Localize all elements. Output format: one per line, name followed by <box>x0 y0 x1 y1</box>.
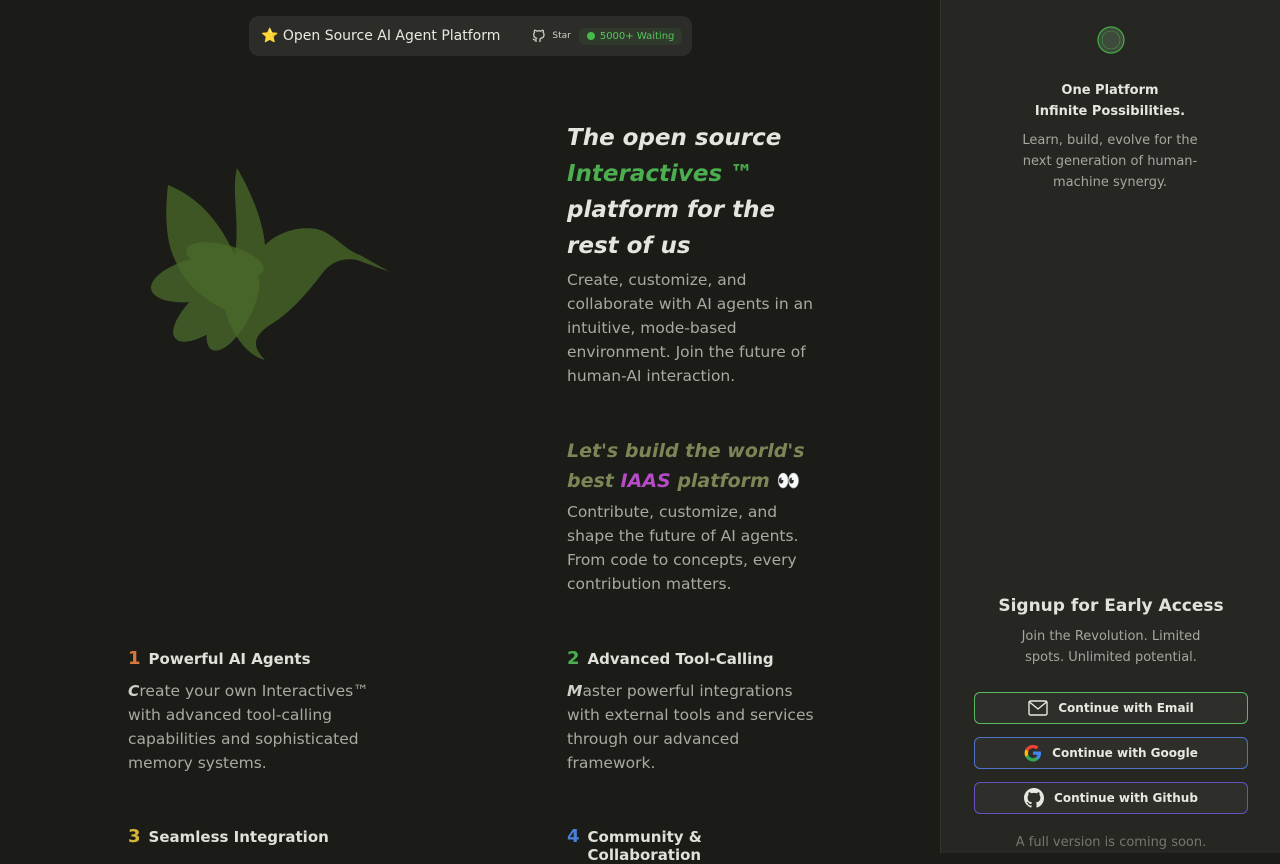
feature-number: 4 <box>567 826 580 847</box>
hero-description: Create, customize, and collaborate with … <box>567 271 813 385</box>
feature-number: 2 <box>567 648 580 669</box>
signup-sidebar <box>940 0 1280 853</box>
hero-line-1: The open source <box>567 125 782 151</box>
build-part-2: best <box>567 470 614 492</box>
github-icon <box>1024 788 1045 808</box>
sidebar-tagline: Learn, build, evolve for the next genera… <box>1022 133 1198 190</box>
hummingbird-logo <box>151 168 390 360</box>
feature-1: 1 Powerful AI Agents Create your own Inte… <box>128 648 378 775</box>
github-button-label: Continue with Github <box>1054 791 1198 805</box>
hero-highlight: Interactives ™ <box>567 161 754 187</box>
continue-with-google-button[interactable]: Continue with Google <box>974 737 1248 769</box>
feature-body: Create your own Interactives™ with advan… <box>128 679 378 775</box>
coming-soon-note: A full version is coming soon. <box>1015 835 1207 850</box>
feature-body: Master powerful integrations with extern… <box>567 679 817 775</box>
signup-title: Signup for Early Access <box>998 596 1224 616</box>
status-dot-icon <box>586 32 595 40</box>
hero-heading: The open source Interactives ™ platform … <box>567 120 847 264</box>
mail-icon <box>1028 700 1048 716</box>
sidebar-heading: One Platform Infinite Possibilities. <box>1000 80 1220 122</box>
google-icon <box>1024 744 1042 762</box>
build-heading: Let's build the world's best IAAS platfo… <box>567 436 827 496</box>
github-icon <box>532 29 546 42</box>
feature-2: 2 Advanced Tool-Calling Master powerful i… <box>567 648 817 775</box>
signup-subtitle: Join the Revolution. Limited spots. Unli… <box>1021 629 1201 665</box>
app-logo-icon <box>1097 26 1125 54</box>
hero-line-3: platform for the <box>567 197 776 223</box>
feature-dropcap: C <box>128 682 140 700</box>
feature-title: Advanced Tool-Calling <box>587 650 774 668</box>
sidebar-heading-line-2: Infinite Possibilities. <box>1034 104 1186 119</box>
star-label: Star <box>552 31 571 41</box>
feature-title: Powerful AI Agents <box>148 650 311 668</box>
eyes-emoji-icon: 👀 <box>776 470 801 492</box>
feature-3: 3 Seamless Integration <box>128 826 378 847</box>
platform-title-text: Open Source AI Agent Platform <box>282 28 501 44</box>
waiting-badge: 5000+ Waiting <box>578 27 683 45</box>
github-star-button[interactable]: Star <box>530 28 571 44</box>
feature-dropcap: M <box>567 682 583 700</box>
google-button-label: Continue with Google <box>1052 746 1198 760</box>
feature-text: aster powerful integrations with externa… <box>567 682 814 772</box>
sidebar-heading-line-1: One Platform <box>1061 83 1159 98</box>
feature-number: 1 <box>128 648 141 669</box>
feature-4: 4 Community & Collaboration <box>567 826 817 864</box>
feature-text: reate your own Interactives™ with advanc… <box>128 682 369 772</box>
platform-title: ⭐ Open Source AI Agent Platform <box>261 28 500 44</box>
build-part-3: platform <box>677 470 770 492</box>
hero-line-4: rest of us <box>567 233 691 259</box>
top-announcement-bar: ⭐ Open Source AI Agent Platform Star 500… <box>249 16 692 56</box>
continue-with-email-button[interactable]: Continue with Email <box>974 692 1248 724</box>
main-content: ⭐ Open Source AI Agent Platform Star 500… <box>0 0 940 864</box>
continue-with-github-button[interactable]: Continue with Github <box>974 782 1248 814</box>
feature-number: 3 <box>128 826 141 847</box>
email-button-label: Continue with Email <box>1058 701 1194 715</box>
feature-title: Community & Collaboration <box>587 828 702 864</box>
waiting-count: 5000+ Waiting <box>599 30 675 42</box>
star-icon: ⭐ <box>261 28 279 44</box>
build-description: Contribute, customize, and shape the fut… <box>567 503 799 593</box>
build-highlight: IAAS <box>620 470 671 492</box>
build-part-1: Let's build the world's <box>567 440 805 462</box>
feature-title: Seamless Integration <box>148 828 329 846</box>
